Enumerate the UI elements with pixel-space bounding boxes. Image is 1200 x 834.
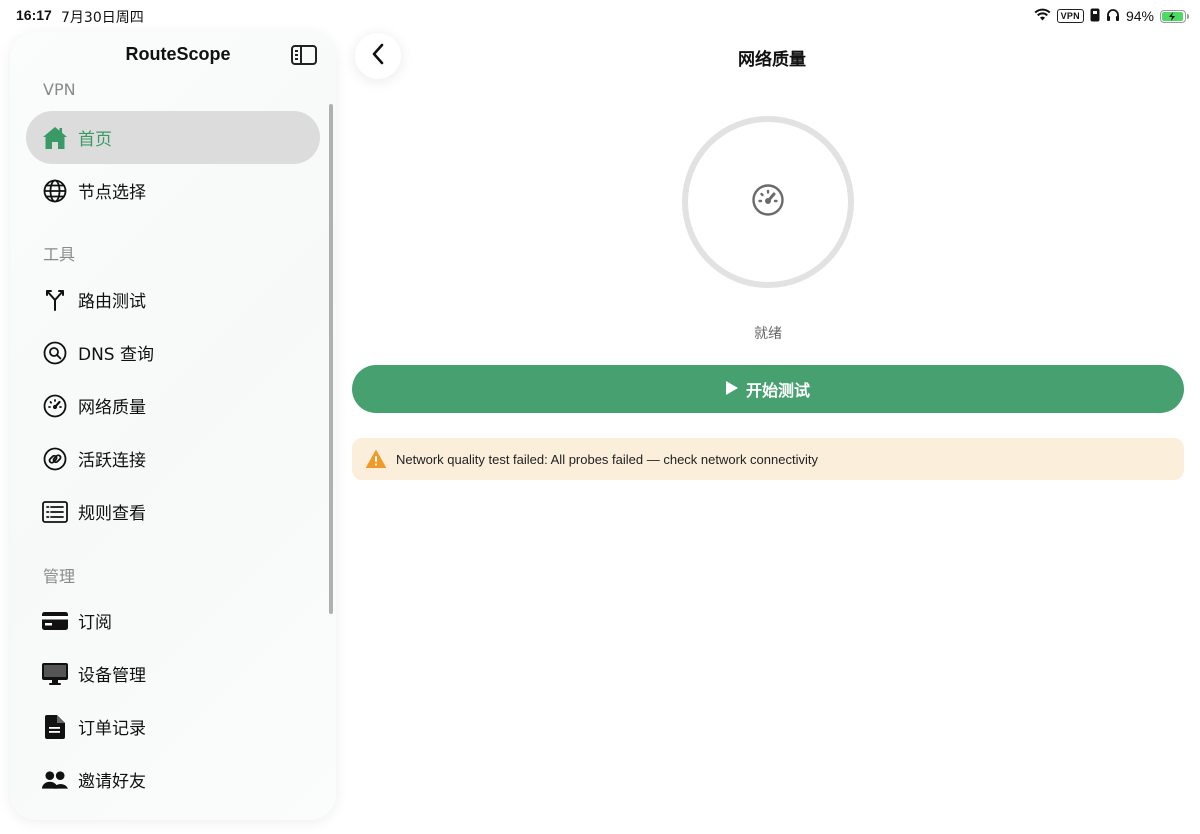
headphones-icon xyxy=(1106,8,1120,25)
sidebar-item-node-select[interactable]: 节点选择 xyxy=(26,164,320,217)
sidebar-item-label: 规则查看 xyxy=(78,504,146,524)
speed-gauge xyxy=(682,116,854,288)
speedometer-icon xyxy=(42,393,68,419)
error-message: Network quality test failed: All probes … xyxy=(396,451,818,467)
document-icon xyxy=(42,714,68,740)
back-button[interactable] xyxy=(355,33,401,79)
search-icon xyxy=(42,340,68,366)
status-date: 7月30日周四 xyxy=(61,10,144,26)
app-title: RouteScope xyxy=(125,44,231,64)
home-icon xyxy=(42,125,68,151)
page-title: 网络质量 xyxy=(738,50,806,70)
people-icon xyxy=(42,767,68,793)
sidebar-scrollbar[interactable] xyxy=(329,104,333,614)
error-banner: Network quality test failed: All probes … xyxy=(352,438,1184,480)
list-icon xyxy=(42,499,68,525)
section-label-tools: 工具 xyxy=(43,245,76,264)
status-indicators: VPN 94% xyxy=(1034,6,1189,26)
sidebar-item-devices[interactable]: 设备管理 xyxy=(26,647,320,700)
vpn-icon: VPN xyxy=(1056,9,1084,23)
sidebar-item-orders[interactable]: 订单记录 xyxy=(26,700,320,753)
test-status-text: 就绪 xyxy=(754,326,782,342)
monitor-icon xyxy=(42,661,68,687)
globe-icon xyxy=(42,178,68,204)
sidebar-item-dns-query[interactable]: DNS 查询 xyxy=(26,326,320,379)
sidebar-item-label: DNS 查询 xyxy=(78,345,155,365)
status-time: 16:17 xyxy=(16,7,52,23)
sidebar: RouteScope VPN 首页 节点选择 工具 路由测试 DNS 查询 网络… xyxy=(10,32,336,820)
card-icon xyxy=(42,608,68,634)
section-label-vpn: VPN xyxy=(43,80,76,99)
lock-icon xyxy=(1090,8,1100,25)
sidebar-item-label: 设备管理 xyxy=(78,666,146,686)
sidebar-item-label: 路由测试 xyxy=(78,292,146,312)
section-label-manage: 管理 xyxy=(43,567,76,586)
route-split-icon xyxy=(42,287,68,313)
sidebar-item-route-test[interactable]: 路由测试 xyxy=(26,273,320,326)
sidebar-toggle-icon[interactable] xyxy=(291,45,317,65)
sidebar-item-home[interactable]: 首页 xyxy=(26,111,320,164)
status-bar: 16:17 7月30日周四 VPN 94% xyxy=(0,0,1200,34)
chevron-left-icon xyxy=(371,43,385,69)
sidebar-item-active-connections[interactable]: 活跃连接 xyxy=(26,432,320,485)
start-test-button[interactable]: 开始测试 xyxy=(352,365,1184,413)
play-icon xyxy=(725,380,738,399)
sidebar-item-label: 邀请好友 xyxy=(78,772,146,792)
sidebar-item-label: 首页 xyxy=(78,130,112,150)
sidebar-item-network-quality[interactable]: 网络质量 xyxy=(26,379,320,432)
sidebar-item-subscription[interactable]: 订阅 xyxy=(26,594,320,647)
sidebar-item-label: 订阅 xyxy=(78,613,112,633)
battery-charging-icon xyxy=(1160,9,1189,23)
warning-icon xyxy=(366,450,386,468)
sidebar-item-rules[interactable]: 规则查看 xyxy=(26,485,320,538)
sidebar-item-label: 活跃连接 xyxy=(78,451,146,471)
sidebar-item-label: 订单记录 xyxy=(78,719,146,739)
battery-percent: 94% xyxy=(1125,8,1154,24)
sidebar-item-label: 网络质量 xyxy=(78,398,146,418)
link-icon xyxy=(42,446,68,472)
sidebar-item-invite[interactable]: 邀请好友 xyxy=(26,753,320,806)
wifi-icon xyxy=(1034,8,1051,24)
start-test-label: 开始测试 xyxy=(745,381,810,400)
sidebar-item-label: 节点选择 xyxy=(78,183,146,203)
speedometer-icon xyxy=(751,183,785,221)
